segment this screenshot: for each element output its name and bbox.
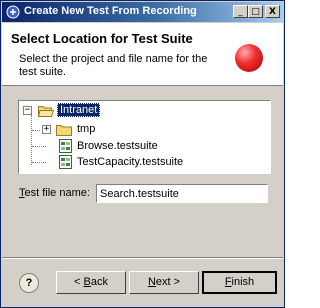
back-button[interactable]: < Back <box>56 271 126 294</box>
page-description: Select the project and file name for the… <box>19 53 208 78</box>
tree-item-label: Browse.testsuite <box>77 140 158 152</box>
red-ball-icon <box>235 44 263 72</box>
footer-separator <box>2 257 283 259</box>
page-title: Select Location for Test Suite <box>11 31 193 46</box>
window-title: Create New Test From Recording <box>24 5 197 17</box>
testsuite-file-icon <box>59 155 72 169</box>
close-button[interactable]: X <box>265 5 280 18</box>
expand-toggle[interactable]: + <box>42 125 51 134</box>
tree-item-label: TestCapacity.testsuite <box>77 156 184 168</box>
folder-icon <box>56 125 72 136</box>
title-bar[interactable]: Create New Test From Recording _ □ X <box>2 2 283 22</box>
dialog-window: Create New Test From Recording _ □ X Sel… <box>0 0 285 308</box>
tree-item-tmp[interactable]: + tmp <box>19 121 269 137</box>
collapse-toggle[interactable]: − <box>23 106 32 115</box>
project-tree[interactable]: − Intranet + tmp Browse.testsuite TestCa… <box>18 100 271 174</box>
tree-item-testcapacity[interactable]: TestCapacity.testsuite <box>19 154 269 170</box>
tree-item-label: Intranet <box>57 103 101 117</box>
tree-item-intranet[interactable]: − Intranet <box>19 103 269 119</box>
file-name-input[interactable] <box>96 184 268 203</box>
next-button[interactable]: Next > <box>129 271 199 294</box>
tree-item-browse[interactable]: Browse.testsuite <box>19 138 269 154</box>
help-button[interactable]: ? <box>19 273 39 293</box>
file-name-label: Test file name: <box>19 187 90 199</box>
app-icon <box>6 5 20 19</box>
finish-button[interactable]: Finish <box>202 271 277 294</box>
wizard-header: Select Location for Test Suite Select th… <box>2 23 283 86</box>
testsuite-file-icon <box>59 139 72 153</box>
tree-item-label: tmp <box>77 123 96 135</box>
minimize-button[interactable]: _ <box>233 5 248 18</box>
open-folder-icon <box>38 106 54 117</box>
maximize-button[interactable]: □ <box>248 5 263 18</box>
